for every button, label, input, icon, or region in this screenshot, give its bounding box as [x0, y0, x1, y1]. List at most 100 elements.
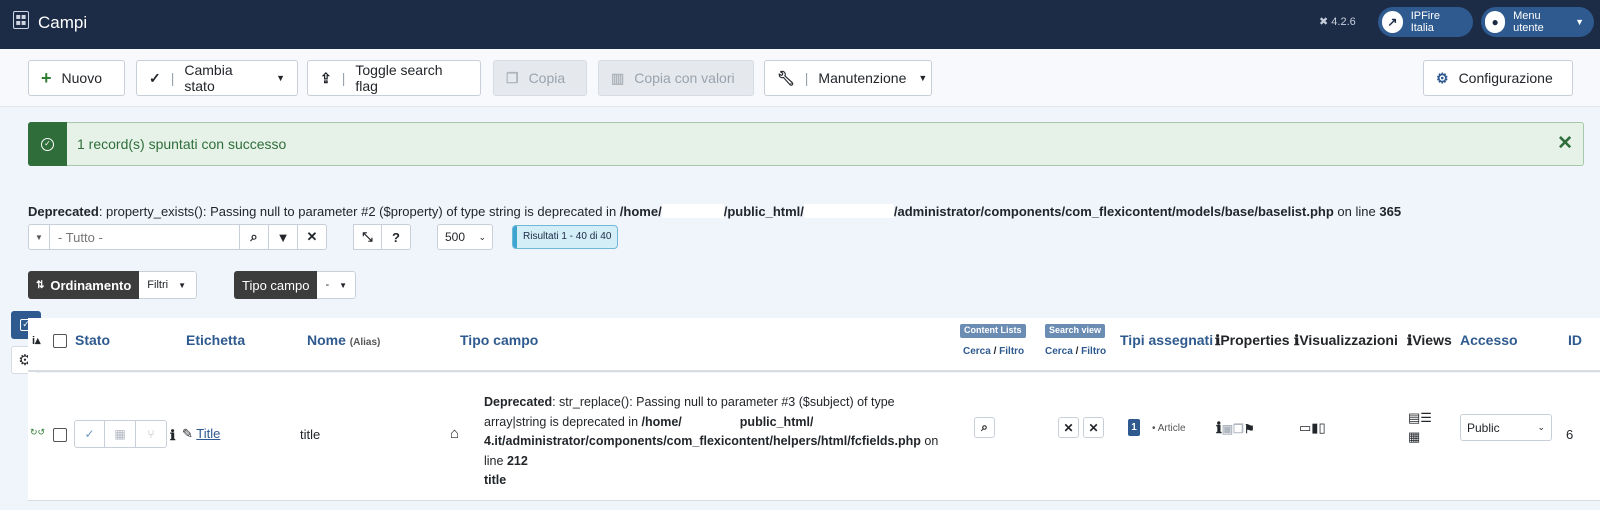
sort-info-icon[interactable]: i▴ [32, 334, 41, 347]
line-text: line [484, 453, 507, 468]
alert-icon-strip: ✓ [28, 122, 67, 166]
field-type-label: Tipo campo [242, 277, 310, 293]
caret-down-icon: ▼ [918, 73, 928, 83]
filter-icon[interactable]: ▼ [269, 224, 298, 250]
caret-down-icon: ▼ [276, 73, 285, 83]
path-part: /public_html/ [723, 204, 804, 219]
row-checkbox[interactable] [53, 428, 67, 442]
grid-icon[interactable]: ▦ [105, 420, 136, 448]
info-icon[interactable]: ℹ [170, 427, 175, 444]
drag-handle-icon[interactable]: ↻↺ [30, 427, 45, 438]
close-icon[interactable]: ✕ [1058, 417, 1079, 438]
path-part: public_html/ [739, 414, 814, 429]
deprecated-notice: Deprecated: property_exists(): Passing n… [28, 204, 1401, 219]
search-icon[interactable]: ⌕ [240, 224, 269, 250]
copy-icon: ❐ [506, 69, 519, 86]
desktop-icon: ▭ [1299, 420, 1312, 435]
maintenance-button[interactable]: 🔧︎ | Manutenzione ▼ [764, 60, 932, 96]
col-id[interactable]: ID [1568, 332, 1582, 348]
line-number: 212 [506, 453, 528, 468]
close-icon[interactable]: ✕ [1557, 132, 1573, 155]
slash-text: / [1072, 346, 1082, 357]
edit-link[interactable]: ✎ Title [182, 426, 220, 442]
home-icon: ⌂ [450, 425, 460, 442]
search-icon[interactable]: ⌕ [974, 417, 995, 438]
state-button-group: ✓ ▦ ⑂ [74, 420, 167, 448]
deprecated-prefix: Deprecated [28, 204, 99, 219]
check-circle-icon: ✓ [41, 137, 54, 151]
help-icon[interactable]: ? [382, 224, 411, 250]
label-link[interactable]: Title [196, 426, 220, 441]
deprecated-text: : property_exists(): Passing null to par… [98, 204, 620, 219]
ordering-select[interactable]: Filtri ▼ [139, 271, 198, 299]
cerca-text: Cerca [963, 346, 991, 357]
col-access[interactable]: Accesso [1460, 332, 1518, 348]
deprecated-prefix: Deprecated [484, 395, 553, 409]
copy-values-icon: ▥ [611, 69, 625, 86]
separator: | [804, 70, 809, 86]
col-properties-text: Properties [1220, 332, 1290, 348]
list-limit-select[interactable]: 500 ⌄ [437, 224, 493, 250]
table-row: ↻↺ ✓ ▦ ⑂ ℹ ✎ Title title ⌂ Deprecated: s… [28, 373, 1600, 501]
on-line-text: on line [1333, 204, 1380, 219]
col-properties: ℹProperties [1215, 332, 1290, 349]
search-view-badge: Search view [1045, 324, 1106, 338]
document-icon: ▤ [1408, 410, 1421, 425]
new-button[interactable]: + Nuovo [28, 60, 125, 96]
col-field-type[interactable]: Tipo campo [460, 332, 538, 348]
copy-button[interactable]: ❐ Copia [493, 60, 587, 96]
toggle-search-button[interactable]: ⇪ | Toggle search flag [307, 60, 481, 96]
copy-icon: ❐ [1233, 422, 1244, 436]
search-scope-select[interactable]: ▼ [28, 224, 50, 250]
wrench-icon: 🔧︎ [777, 69, 795, 86]
col-name[interactable]: Nome (Alias) [307, 332, 380, 348]
select-all-checkbox[interactable] [53, 334, 67, 348]
col-state[interactable]: Stato [75, 332, 110, 348]
change-state-button[interactable]: ✓ | Cambia stato ▼ [136, 60, 298, 96]
user-menu-button[interactable]: ● Menu utente ▼ [1481, 7, 1594, 37]
collapse-icon[interactable]: ⤡ [353, 224, 382, 250]
version-label: ✖ 4.2.6 [1319, 15, 1356, 28]
search-group: ▼ ⌕ ▼ ✕ [28, 224, 327, 250]
access-select[interactable]: Public ⌄ [1460, 414, 1552, 441]
close-icon[interactable]: ✕ [1083, 417, 1104, 438]
configuration-button[interactable]: ⚙ Configurazione [1423, 60, 1573, 96]
site-link-button[interactable]: ↗ IPFire Italia [1378, 7, 1473, 37]
col-assigned-types[interactable]: Tipi assegnati [1120, 332, 1213, 348]
chevron-down-icon: ▼ [1575, 17, 1584, 27]
limit-value: 500 [445, 230, 466, 244]
check-icon: ✓ [149, 69, 161, 86]
configuration-label: Configurazione [1458, 70, 1553, 86]
col-name-text: Nome [307, 332, 346, 348]
copy-values-button[interactable]: ▥ Copia con valori [598, 60, 754, 96]
displays-icons: ▭▮▯ [1299, 420, 1326, 436]
caret-down-icon: ▼ [339, 280, 348, 290]
success-alert: ✓ 1 record(s) spuntati con successo ✕ [28, 122, 1584, 166]
redaction-mask [813, 413, 864, 428]
clear-icon[interactable]: ✕ [298, 224, 327, 250]
copy-label: Copia [528, 70, 566, 86]
id-cell: 6 [1566, 427, 1574, 442]
field-type-select[interactable]: - ▼ [317, 271, 357, 299]
mobile-icon: ▯ [1318, 420, 1326, 435]
col-label[interactable]: Etichetta [186, 332, 245, 348]
user-menu-label: Menu utente [1513, 10, 1544, 34]
filtro-text: Filtro [1081, 346, 1107, 357]
maintenance-label: Manutenzione [818, 70, 907, 86]
search-input[interactable] [50, 224, 240, 250]
views-icons: ▤☰ ▦ [1408, 408, 1432, 446]
separator: | [341, 70, 346, 86]
chevron-down-icon: ⌄ [1537, 422, 1545, 432]
plus-icon: + [41, 67, 52, 88]
assigned-type: • Article [1152, 423, 1186, 434]
published-check-icon[interactable]: ✓ [74, 420, 105, 448]
branch-icon[interactable]: ⑂ [136, 420, 167, 448]
joomla-logo-icon: ▪▪ ▪▪ [13, 11, 29, 29]
path-part: 4.it/administrator/components/com_flexic… [484, 434, 921, 448]
col-views-text: Views [1412, 332, 1452, 348]
field-type-value: title [484, 473, 507, 487]
version-number: 4.2.6 [1331, 16, 1356, 28]
ordering-label-box: ⇅ Ordinamento [28, 271, 140, 299]
assigned-count-badge: 1 [1128, 419, 1140, 436]
col-name-alias: (Alias) [349, 337, 381, 348]
